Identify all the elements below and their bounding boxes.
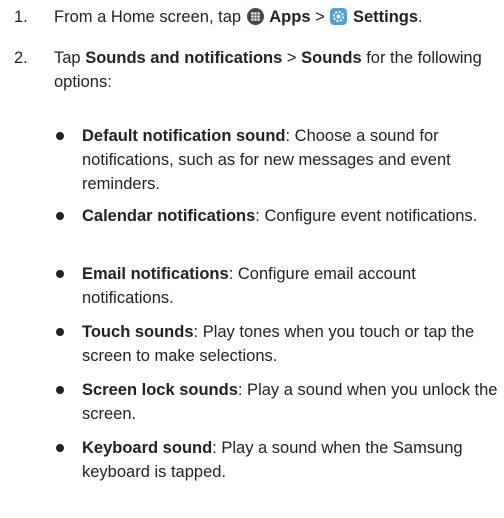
list-item-text: Email notifications: Configure email acc… [82, 262, 504, 310]
list-item-text: Default notification sound: Choose a sou… [82, 124, 504, 196]
list-item-text: Touch sounds: Play tones when you touch … [82, 320, 504, 368]
step-number: 1. [14, 8, 28, 26]
list-item-text: Calendar notifications: Configure event … [82, 204, 504, 228]
sounds-label: Sounds [301, 49, 362, 67]
option-desc: : Configure event notifications. [255, 207, 478, 225]
option-term: Email notifications [82, 265, 229, 283]
separator: > [286, 49, 297, 67]
step-prefix: From a Home screen, tap [54, 8, 242, 26]
settings-label: Settings [352, 8, 419, 26]
bullet-dot [56, 444, 64, 452]
bullet-dot [56, 132, 64, 140]
step-text: From a Home screen, tap Apps > Settings. [54, 5, 504, 29]
option-term: Screen lock sounds [82, 381, 238, 399]
step-prefix: Tap [54, 49, 81, 67]
instructions-document: 1. From a Home screen, tap Apps > Settin… [0, 0, 504, 518]
option-term: Default notification sound [82, 127, 286, 145]
settings-gear-icon [330, 8, 348, 25]
bullet-dot [56, 328, 64, 336]
apps-grid-icon [246, 8, 264, 25]
bullet-dot [56, 212, 64, 220]
option-term: Keyboard sound [82, 439, 213, 457]
step-text: Tap Sounds and notifications > Sounds fo… [54, 46, 494, 94]
bullet-dot [56, 386, 64, 394]
sounds-and-notifications-label: Sounds and notifications [85, 49, 283, 67]
list-item-text: Screen lock sounds: Play a sound when yo… [82, 378, 504, 426]
separator: > [315, 8, 325, 26]
step-suffix: . [418, 8, 423, 26]
option-term: Calendar notifications [82, 207, 256, 225]
apps-label: Apps [269, 8, 311, 26]
bullet-dot [56, 270, 64, 278]
step-number: 2. [14, 49, 28, 67]
option-term: Touch sounds [82, 323, 194, 341]
list-item-text: Keyboard sound: Play a sound when the Sa… [82, 436, 504, 484]
